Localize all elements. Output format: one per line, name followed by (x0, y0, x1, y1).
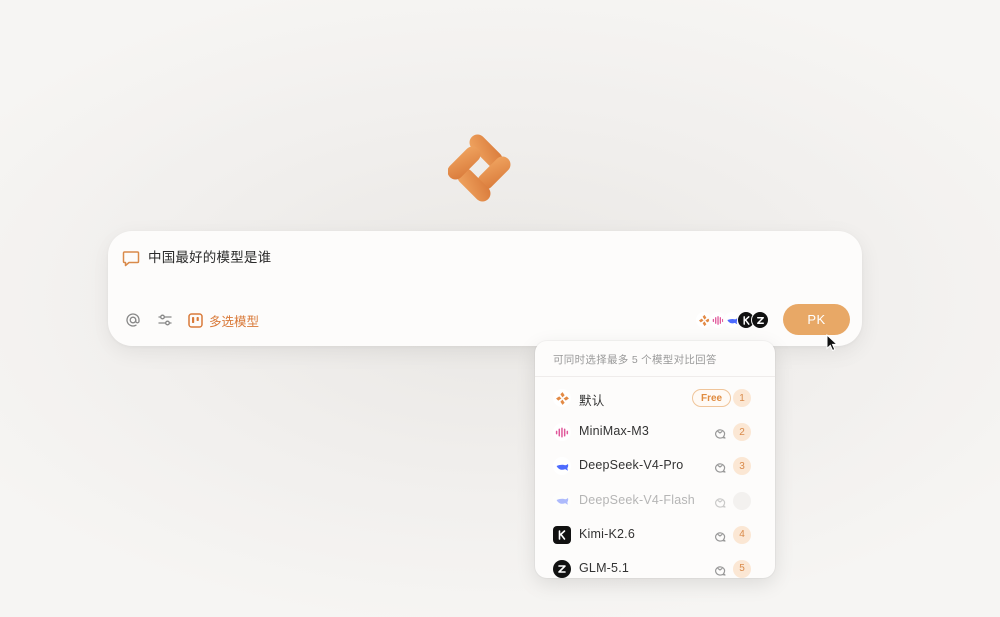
model-item-deepseek-flash[interactable]: DeepSeek-V4-Flash (535, 484, 775, 518)
deep-think-icon (715, 429, 726, 439)
deep-think-icon (715, 566, 726, 576)
zhipu-icon (553, 559, 571, 578)
logo-icon (553, 389, 571, 407)
model-list: 默认 Free 1 MiniMax-M3 2 DeepSeek-V4-Pro 3… (535, 381, 775, 578)
model-select-dropdown: 可同时选择最多 5 个模型对比回答 默认 Free 1 MiniMax-M3 2 (535, 341, 775, 578)
model-name: DeepSeek-V4-Flash (579, 492, 695, 507)
settings-button[interactable] (156, 311, 174, 329)
model-name: 默认 (579, 394, 605, 408)
order-badge (733, 491, 751, 510)
chat-input-card: 中国最好的模型是谁 多选模型 PK (108, 231, 862, 346)
multi-select-label: 多选模型 (209, 314, 260, 329)
chat-bubble-icon (122, 251, 140, 267)
dropdown-hint: 可同时选择最多 5 个模型对比回答 (535, 341, 775, 377)
order-badge: 3 (733, 457, 751, 476)
order-badge: 2 (733, 423, 751, 442)
model-item-minimax[interactable]: MiniMax-M3 2 (535, 415, 775, 449)
deepseek-icon (553, 491, 571, 510)
query-input[interactable]: 中国最好的模型是谁 (148, 249, 271, 267)
brand-logo-icon (448, 134, 511, 202)
deep-think-icon (715, 463, 726, 473)
order-badge: 1 (733, 389, 751, 407)
model-item-glm[interactable]: GLM-5.1 5 (535, 552, 775, 578)
deep-think-icon (715, 532, 726, 542)
columns-icon (188, 312, 203, 328)
model-item-kimi[interactable]: Kimi-K2.6 4 (535, 518, 775, 552)
free-badge: Free (692, 389, 732, 407)
pk-button[interactable]: PK (783, 304, 850, 335)
order-badge: 5 (733, 559, 751, 578)
model-name: DeepSeek-V4-Pro (579, 458, 684, 473)
model-name: Kimi-K2.6 (579, 526, 635, 541)
mention-button[interactable] (124, 311, 142, 329)
model-name: GLM-5.1 (579, 560, 630, 575)
deep-think-icon (715, 497, 726, 508)
kimi-icon (553, 525, 571, 544)
minimax-icon (553, 423, 571, 442)
model-name: MiniMax-M3 (579, 424, 650, 439)
at-icon (126, 313, 140, 327)
model-item-default[interactable]: 默认 Free 1 (535, 381, 775, 415)
sliders-icon (158, 314, 172, 326)
mouse-cursor-icon (826, 334, 838, 352)
selected-models-avatars[interactable] (695, 310, 769, 330)
multi-select-models-button[interactable]: 多选模型 (188, 310, 259, 330)
zhipu-icon (751, 311, 769, 329)
order-badge: 4 (733, 525, 751, 544)
model-item-deepseek-pro[interactable]: DeepSeek-V4-Pro 3 (535, 449, 775, 483)
deepseek-icon (553, 457, 571, 476)
